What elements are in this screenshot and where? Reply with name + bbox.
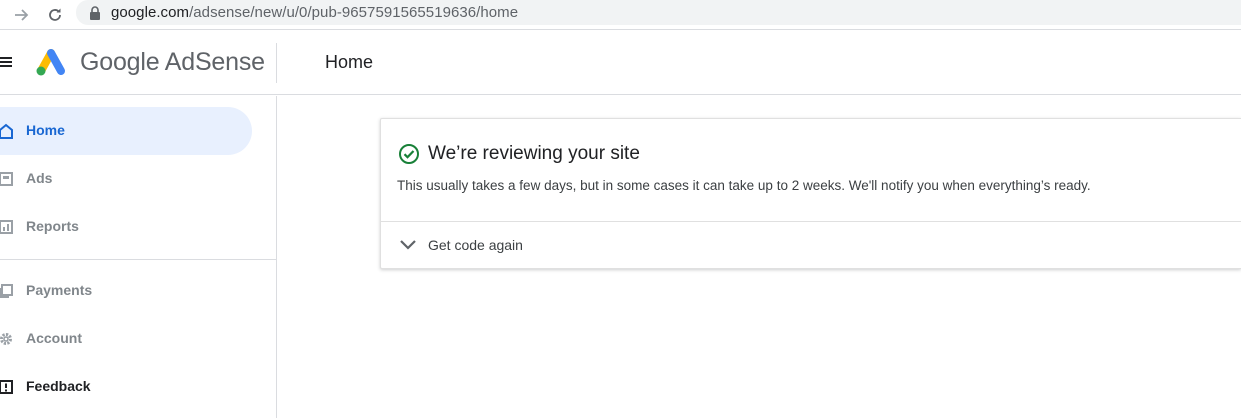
adsense-logo-icon[interactable] — [34, 46, 68, 78]
sidebar-item-home[interactable]: Home — [0, 107, 252, 155]
sidebar-item-label: Ads — [26, 170, 53, 186]
sidebar-item-label: Account — [26, 330, 82, 346]
header-divider — [276, 43, 277, 83]
card-title: We’re reviewing your site — [428, 143, 640, 164]
brand-name[interactable]: Google AdSense — [80, 48, 265, 77]
sidebar: Home Ads Reports Payments Account Feedba… — [0, 96, 277, 418]
card-description: This usually takes a few days, but in so… — [397, 178, 1091, 193]
chevron-down-icon — [400, 240, 416, 250]
sidebar-item-reports[interactable]: Reports — [0, 203, 252, 251]
feedback-icon — [0, 380, 13, 394]
arrow-right-icon — [15, 9, 29, 21]
sidebar-item-feedback[interactable]: Feedback — [0, 363, 252, 411]
site-review-card: We’re reviewing your site This usually t… — [380, 118, 1241, 269]
url-text[interactable]: google.com/adsense/new/u/0/pub-965759156… — [111, 4, 518, 21]
check-circle-icon — [399, 144, 419, 164]
gear-icon — [0, 333, 12, 345]
get-code-again-label: Get code again — [428, 237, 523, 253]
sidebar-item-label: Feedback — [26, 378, 91, 394]
reload-button[interactable] — [43, 3, 67, 27]
url-host: google.com — [111, 4, 190, 21]
sidebar-divider — [0, 259, 276, 260]
payments-icon — [0, 284, 13, 298]
lock-icon — [90, 6, 100, 20]
menu-icon[interactable] — [0, 54, 14, 70]
ads-icon — [0, 172, 13, 186]
page-title: Home — [325, 52, 374, 72]
home-icon — [0, 123, 13, 139]
reports-icon — [0, 220, 13, 234]
browser-toolbar: google.com/adsense/new/u/0/pub-965759156… — [0, 0, 1241, 30]
sidebar-item-label: Home — [26, 122, 65, 138]
sidebar-item-label: Reports — [26, 218, 79, 234]
address-bar[interactable]: google.com/adsense/new/u/0/pub-965759156… — [76, 0, 1241, 25]
get-code-again-toggle[interactable]: Get code again — [381, 222, 1241, 269]
sidebar-item-ads[interactable]: Ads — [0, 155, 252, 203]
reload-icon — [49, 8, 61, 21]
app-header: Google AdSense Home — [0, 31, 1241, 95]
sidebar-item-payments[interactable]: Payments — [0, 267, 252, 315]
forward-button[interactable] — [10, 3, 34, 27]
url-path: /adsense/new/u/0/pub-9657591565519636/ho… — [189, 4, 519, 21]
sidebar-item-account[interactable]: Account — [0, 315, 252, 363]
sidebar-item-label: Payments — [26, 282, 93, 298]
